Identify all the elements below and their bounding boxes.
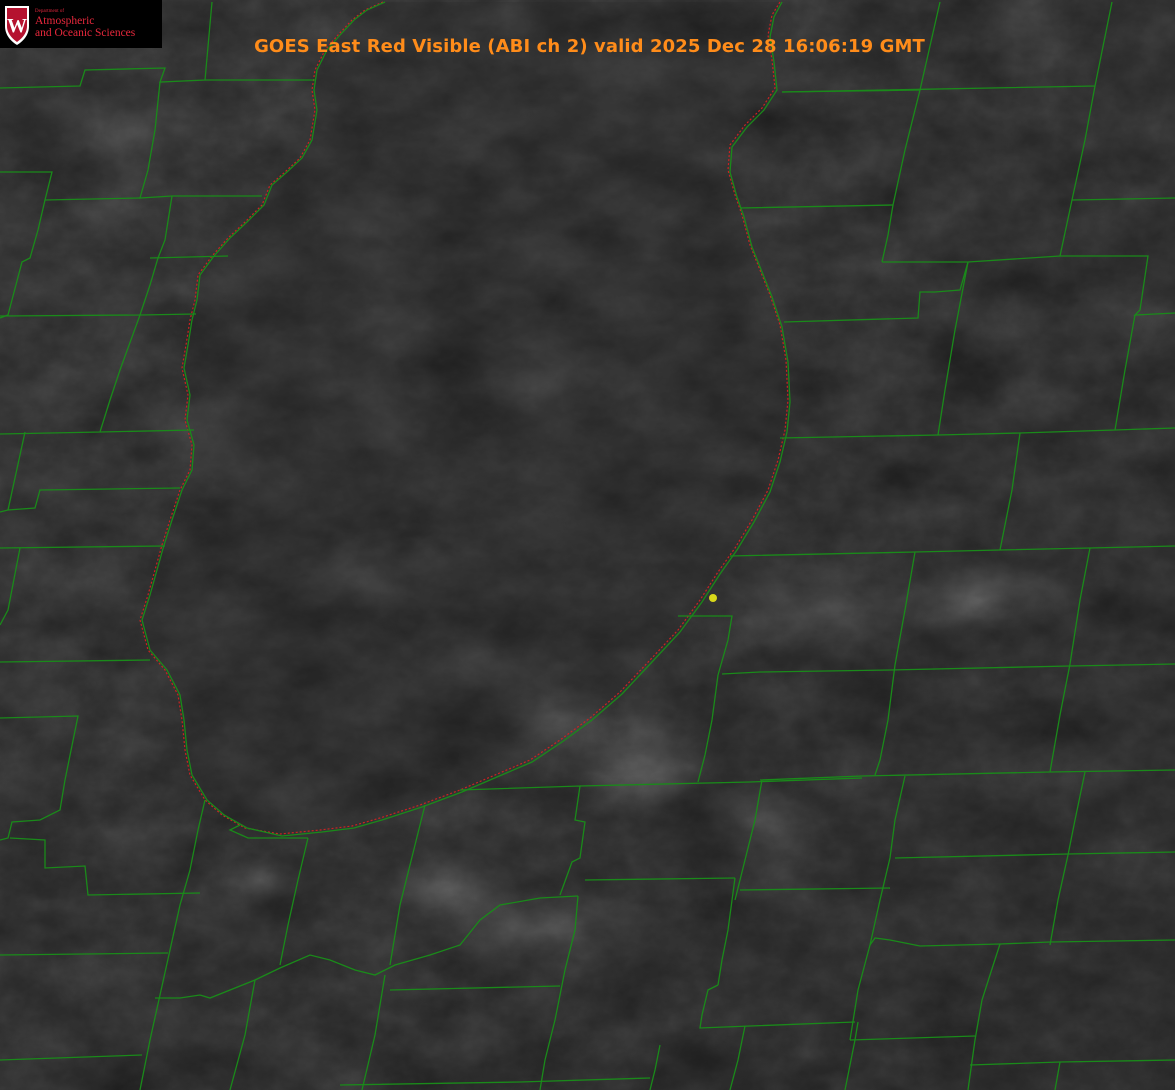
satellite-image: W Department of Atmospheric and Oceanic … [0, 0, 1175, 1090]
satellite-map [0, 0, 1175, 1090]
station-marker [709, 594, 717, 602]
logo-department-line: Department of [35, 9, 65, 14]
logo-name-line1: Atmospheric [35, 15, 95, 27]
product-title: GOES East Red Visible (ABI ch 2) valid 2… [254, 36, 925, 57]
logo-text: Department of Atmospheric and Oceanic Sc… [35, 9, 135, 39]
cloud-texture [0, 0, 1175, 1090]
crest-letter: W [7, 15, 27, 37]
